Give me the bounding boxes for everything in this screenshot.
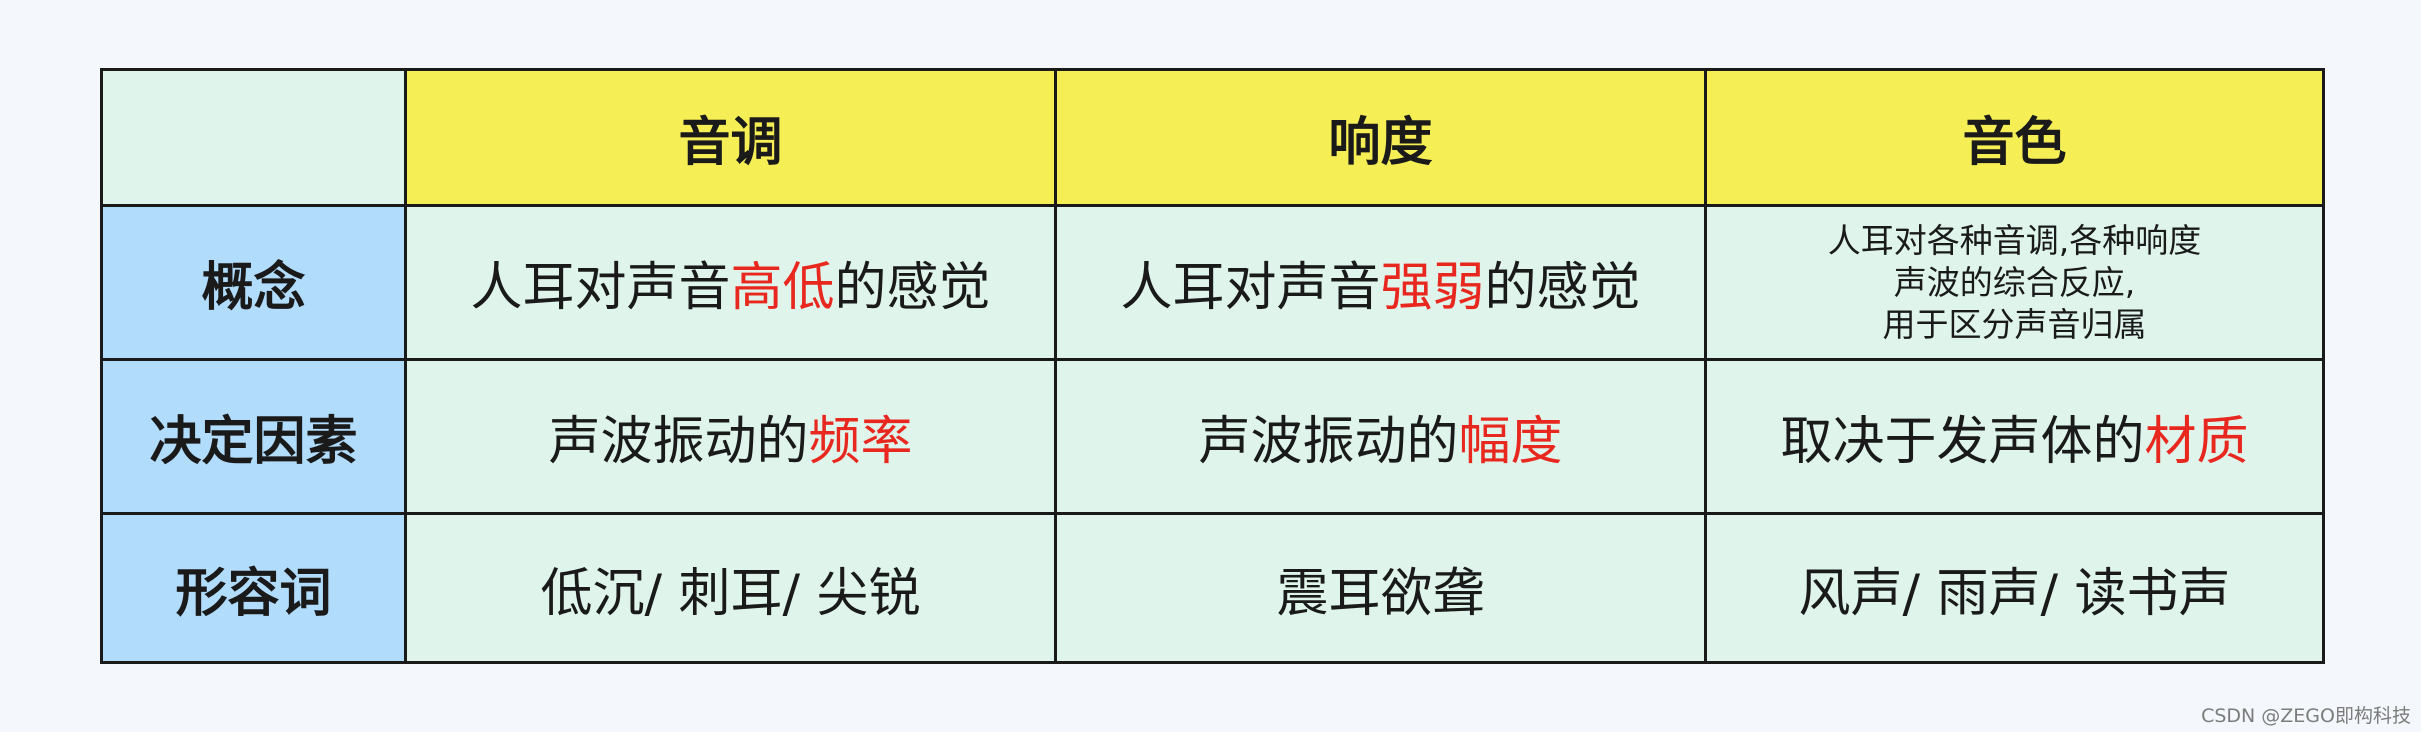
cell-text: 的感觉: [1484, 258, 1641, 318]
cell-line: 声波的综合反应,: [1893, 262, 2136, 302]
cell-concept-pitch: 人耳对声音高低的感觉: [404, 204, 1057, 361]
cell-line: 用于区分声音归属: [1882, 304, 2147, 344]
cell-adjective-timbre: 风声/ 雨声/ 读书声: [1704, 512, 2325, 664]
row-header-concept: 概念: [100, 204, 407, 361]
cell-concept-timbre: 人耳对各种音调,各种响度 声波的综合反应, 用于区分声音归属: [1704, 204, 2325, 361]
highlight-text: 频率: [808, 412, 913, 472]
highlight-text: 高低: [730, 258, 835, 318]
column-header-loudness: 响度: [1054, 68, 1707, 207]
table-row-concept: 概念 人耳对声音高低的感觉 人耳对声音强弱的感觉 人耳对各种音调,各种响度 声波的…: [100, 204, 2325, 361]
watermark-text: CSDN @ZEGO即构科技: [2201, 705, 2411, 727]
highlight-text: 强弱: [1380, 258, 1485, 318]
cell-text: 声波振动的: [548, 412, 809, 472]
cell-adjective-pitch: 低沉/ 刺耳/ 尖锐: [404, 512, 1057, 664]
cell-factor-pitch: 声波振动的频率: [404, 358, 1057, 515]
cell-factor-loudness: 声波振动的幅度: [1054, 358, 1707, 515]
cell-text: 人耳对声音: [470, 258, 731, 318]
cell-text: 人耳对声音: [1120, 258, 1381, 318]
highlight-text: 材质: [2144, 412, 2249, 472]
corner-cell: [100, 68, 407, 207]
row-header-adjective: 形容词: [100, 512, 407, 664]
header-row: 音调 响度 音色: [100, 68, 2325, 207]
table-row-factor: 决定因素 声波振动的频率 声波振动的幅度 取决于发声体的材质: [100, 358, 2325, 515]
row-header-factor: 决定因素: [100, 358, 407, 515]
cell-factor-timbre: 取决于发声体的材质: [1704, 358, 2325, 515]
cell-adjective-loudness: 震耳欲聋: [1054, 512, 1707, 664]
comparison-table: 音调 响度 音色 概念 人耳对声音高低的感觉 人耳对声音强弱的感觉 人耳对各种音…: [100, 68, 2325, 664]
column-header-pitch: 音调: [404, 68, 1057, 207]
highlight-text: 幅度: [1458, 412, 1563, 472]
cell-text: 声波振动的: [1198, 412, 1459, 472]
cell-line: 人耳对各种音调,各种响度: [1827, 220, 2202, 260]
table-row-adjective: 形容词 低沉/ 刺耳/ 尖锐 震耳欲聋 风声/ 雨声/ 读书声: [100, 512, 2325, 664]
cell-concept-loudness: 人耳对声音强弱的感觉: [1054, 204, 1707, 361]
cell-text: 取决于发声体的: [1780, 412, 2145, 472]
cell-text: 的感觉: [834, 258, 991, 318]
column-header-timbre: 音色: [1704, 68, 2325, 207]
